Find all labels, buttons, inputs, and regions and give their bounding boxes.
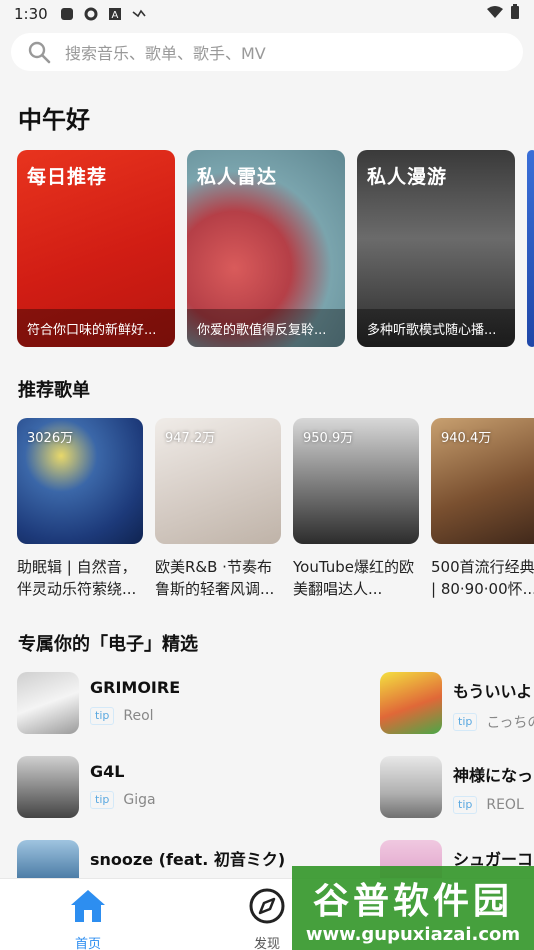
status-bar: 1:30 A: [0, 0, 534, 27]
song-cover: [17, 756, 79, 818]
nav-discover-label: 发现: [253, 937, 280, 950]
song-item[interactable]: G4L tip Giga: [17, 756, 156, 818]
nav-home-label: 首页: [74, 937, 101, 950]
song-title: もういいよ: [453, 682, 533, 701]
play-count: 950.9万: [303, 431, 354, 446]
song-artist: Giga: [123, 792, 156, 808]
play-count: 3026万: [27, 431, 74, 446]
feature-subtitle: 你爱的歌值得反复聆...: [187, 309, 345, 347]
feature-cards: 每日推荐 符合你口味的新鲜好... 私人雷达 你爱的歌值得反复聆... 私人漫游…: [17, 150, 534, 347]
compass-icon: [249, 888, 285, 924]
search-icon: [28, 41, 51, 64]
wifi-icon: [486, 5, 504, 23]
tip-badge: tip: [453, 713, 478, 731]
song-artist: Reol: [123, 708, 154, 724]
nav-home[interactable]: 首页: [48, 885, 128, 950]
exclusive-section-title: 专属你的「电子」精选: [18, 634, 198, 655]
feature-title: 私人雷达: [197, 166, 278, 188]
playlist-card[interactable]: 3026万 助眠辑 | 自然音，伴灵动乐符萦绕...: [17, 418, 143, 600]
app-icon: A: [108, 7, 122, 21]
playlist-card[interactable]: 947.2万 欧美R&B ·节奏布鲁斯的轻奢风调...: [155, 418, 281, 600]
song-item[interactable]: GRIMOIRE tip Reol: [17, 672, 180, 734]
tip-badge: tip: [90, 791, 115, 809]
song-artist: REOL: [486, 797, 524, 813]
feature-card-partial[interactable]: [527, 150, 534, 347]
search-bar[interactable]: 搜索音乐、歌单、歌手、MV: [11, 33, 523, 71]
feature-subtitle: 符合你口味的新鲜好...: [17, 309, 175, 347]
recommended-playlists: 3026万 助眠辑 | 自然音，伴灵动乐符萦绕... 947.2万 欧美R&B …: [17, 418, 534, 600]
watermark: 谷普软件园 www.gupuxiazai.com: [292, 866, 534, 950]
playlist-card[interactable]: 950.9万 YouTube爆红的欧美翻唱达人...: [293, 418, 419, 600]
search-placeholder: 搜索音乐、歌单、歌手、MV: [65, 44, 266, 63]
playlist-name: 500首流行经典歌 | 80·90·00怀...: [431, 558, 534, 598]
tip-badge: tip: [90, 707, 115, 725]
home-icon: [71, 890, 105, 922]
playlist-cover: 3026万: [17, 418, 143, 544]
daily-recommend-card[interactable]: 每日推荐 符合你口味的新鲜好...: [17, 150, 175, 347]
private-roaming-card[interactable]: 私人漫游 多种听歌模式随心播...: [357, 150, 515, 347]
playlist-name: YouTube爆红的欧美翻唱达人...: [293, 558, 414, 598]
battery-icon: [510, 3, 520, 24]
song-cover: [380, 756, 442, 818]
song-title: GRIMOIRE: [90, 678, 181, 697]
song-cover: [380, 672, 442, 734]
status-time: 1:30: [14, 4, 48, 23]
play-count: 947.2万: [165, 431, 216, 446]
song-artist: こっちの: [486, 715, 534, 731]
private-radar-card[interactable]: 私人雷达 你爱的歌值得反复聆...: [187, 150, 345, 347]
watermark-url: www.gupuxiazai.com: [305, 923, 521, 945]
playlist-name: 欧美R&B ·节奏布鲁斯的轻奢风调...: [155, 558, 275, 598]
playlist-card[interactable]: 940.4万 500首流行经典歌 | 80·90·00怀...: [431, 418, 534, 600]
play-count: 940.4万: [441, 431, 492, 446]
svg-text:A: A: [111, 10, 118, 21]
song-title: G4L: [90, 762, 125, 781]
notification-icon: [60, 7, 74, 21]
playlist-cover: 947.2万: [155, 418, 281, 544]
song-item[interactable]: もういいよ tip こっちの: [380, 672, 534, 734]
watermark-title: 谷普软件园: [312, 880, 513, 922]
song-cover: [17, 672, 79, 734]
recommended-section-title: 推荐歌单: [18, 380, 90, 401]
playlist-cover: 940.4万: [431, 418, 534, 544]
greeting-title: 中午好: [18, 106, 90, 134]
settings-icon: [84, 7, 98, 21]
playlist-cover: 950.9万: [293, 418, 419, 544]
playlist-name: 助眠辑 | 自然音，伴灵动乐符萦绕...: [17, 558, 137, 598]
tip-badge: tip: [453, 796, 478, 814]
song-title: 神様になっ: [453, 766, 534, 785]
feature-subtitle: 多种听歌模式随心播...: [357, 309, 515, 347]
sync-icon: [132, 7, 146, 21]
song-item[interactable]: 神様になっ tip REOL: [380, 756, 533, 818]
song-title: snooze (feat. 初音ミク): [90, 850, 286, 869]
feature-title: 每日推荐: [27, 166, 108, 188]
feature-title: 私人漫游: [367, 166, 448, 188]
